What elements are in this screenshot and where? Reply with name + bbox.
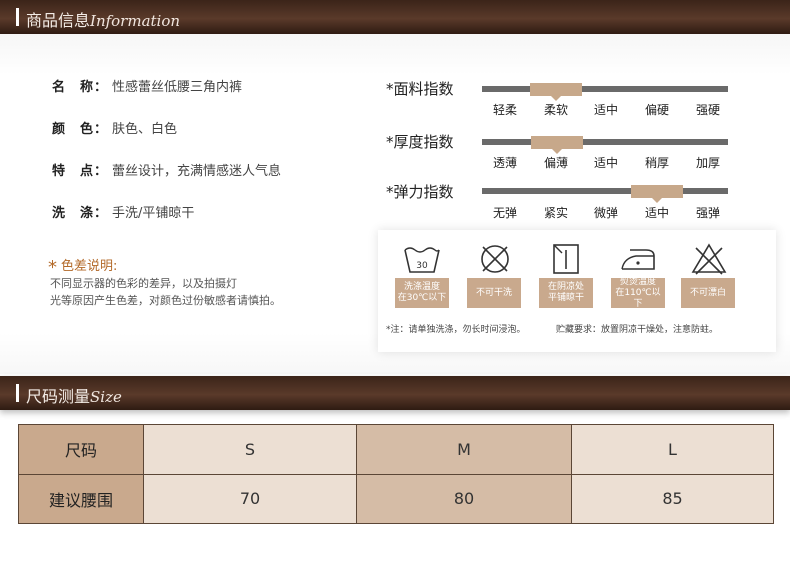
scale-label: 强硬 — [695, 103, 720, 117]
size-table-cell: L — [571, 424, 774, 475]
info-title-en: Information — [90, 12, 181, 30]
elasticity-scale-track — [482, 188, 728, 194]
care-tag-line: 在110℃以下 — [615, 287, 661, 309]
care-tag-shade-dry: 在阴凉处 平铺晾干 — [539, 278, 593, 308]
size-table-cell: 80 — [356, 473, 572, 524]
care-tag-line: 不可干洗 — [475, 287, 512, 298]
size-table-cell: M — [356, 424, 572, 475]
scale-label: 适中 — [593, 156, 618, 170]
info-title-cn: 商品信息 — [26, 11, 91, 30]
scale-label: 微弹 — [593, 206, 618, 220]
scale-label: 加厚 — [695, 156, 720, 170]
spec-label: 颜 色： — [52, 122, 109, 137]
care-tag-line: 洗涤温度 — [403, 282, 440, 292]
scale-label: 强弹 — [695, 206, 720, 220]
color-note-line: 不同显示器的色彩的差异，以及拍摄灯 — [50, 277, 237, 290]
care-tag-line: 平铺晾干 — [547, 293, 584, 303]
fabric-scale-track — [482, 86, 728, 92]
spec-label: 洗 涤： — [52, 206, 109, 221]
scale-label: 适中 — [593, 103, 618, 117]
care-tag-line: 熨烫温度 — [619, 276, 656, 287]
size-table-cell: 建议腰围 — [18, 473, 144, 524]
thickness-scale-track — [482, 139, 728, 145]
size-table-cell: S — [143, 424, 357, 475]
size-title-cn: 尺码测量 — [26, 387, 91, 406]
header-accent — [16, 8, 19, 26]
elasticity-scale-title: *弹力指数 — [386, 183, 454, 201]
spec-feature-row: 特 点： 蕾丝设计，充满情感迷人气息 — [52, 160, 281, 179]
care-tag-iron: 熨烫温度 在110℃以下 — [611, 276, 665, 309]
info-section-title: 商品信息Information — [26, 7, 180, 31]
color-note-line: 光等原因产生色差，对颜色过份敏感者请慎拍。 — [50, 294, 281, 307]
header-accent — [16, 384, 19, 402]
spec-color-row: 颜 色： 肤色、白色 — [52, 118, 177, 137]
thickness-scale-title: *厚度指数 — [386, 133, 454, 151]
spec-value: 手洗/平铺晾干 — [112, 206, 195, 221]
size-table-cell: 85 — [571, 473, 774, 524]
no-bleach-icon — [691, 243, 727, 275]
spec-name-row: 名 称： 性感蕾丝低腰三角内裤 — [52, 76, 242, 95]
thickness-scale-marker — [531, 136, 583, 154]
svg-text:30: 30 — [416, 261, 428, 271]
iron-low-icon — [621, 249, 655, 270]
care-tag-wash: 洗涤温度 在30℃以下 — [395, 278, 449, 308]
info-section-header: 商品信息Information — [0, 0, 790, 34]
spec-value: 蕾丝设计，充满情感迷人气息 — [112, 164, 282, 179]
scale-label: 紧实 — [543, 206, 568, 220]
care-tag-no-dry-clean: 不可干洗 — [467, 278, 521, 308]
spec-value: 性感蕾丝低腰三角内裤 — [112, 80, 243, 95]
scale-label: 稍厚 — [644, 156, 669, 170]
size-table-cell: 尺码 — [18, 424, 144, 475]
fabric-scale-title: *面料指数 — [386, 80, 454, 98]
shade-dry-icon — [553, 244, 579, 274]
care-tag-no-bleach: 不可漂白 — [681, 278, 735, 308]
scale-label: 无弹 — [492, 206, 517, 220]
elasticity-scale-marker — [631, 185, 683, 203]
scale-label: 透薄 — [492, 156, 517, 170]
size-table-cell: 70 — [143, 473, 357, 524]
size-table: 尺码 S M L 建议腰围 70 80 85 — [18, 424, 774, 524]
no-dry-clean-icon — [481, 245, 509, 273]
scale-label: 适中 — [644, 206, 669, 220]
care-note-right: 贮藏要求：放置阴凉干燥处，注意防蛀。 — [556, 325, 719, 335]
size-table-header-row: 尺码 S M L — [18, 424, 774, 475]
size-section-header: 尺码测量Size — [0, 376, 790, 410]
size-section-title: 尺码测量Size — [26, 383, 122, 407]
scale-label: 偏薄 — [543, 156, 568, 170]
wash-30-icon: 30 — [404, 247, 440, 273]
care-tag-line: 在30℃以下 — [397, 293, 447, 303]
care-tag-line: 在阴凉处 — [547, 282, 584, 292]
fabric-scale-marker — [530, 83, 582, 101]
spec-wash-row: 洗 涤： 手洗/平铺晾干 — [52, 202, 194, 221]
spec-label: 名 称： — [52, 80, 109, 95]
size-title-en: Size — [90, 388, 122, 406]
care-tag-line: 不可漂白 — [689, 287, 726, 298]
color-note-heading: 色差说明: — [61, 259, 118, 274]
care-note-left: *注：请单独洗涤，勿长时间浸泡。 — [386, 325, 526, 335]
scale-label: 偏硬 — [644, 103, 669, 117]
scale-label: 轻柔 — [492, 103, 517, 117]
spec-value: 肤色、白色 — [112, 122, 178, 137]
spec-label: 特 点： — [52, 164, 109, 179]
size-table-row: 建议腰围 70 80 85 — [18, 473, 774, 524]
care-instructions-box: 30 洗涤温度 在30℃以下 不可干洗 在阴凉处 平铺晾干 熨烫温度 在110℃以下 … — [378, 230, 776, 352]
scale-label: 柔软 — [543, 103, 568, 117]
